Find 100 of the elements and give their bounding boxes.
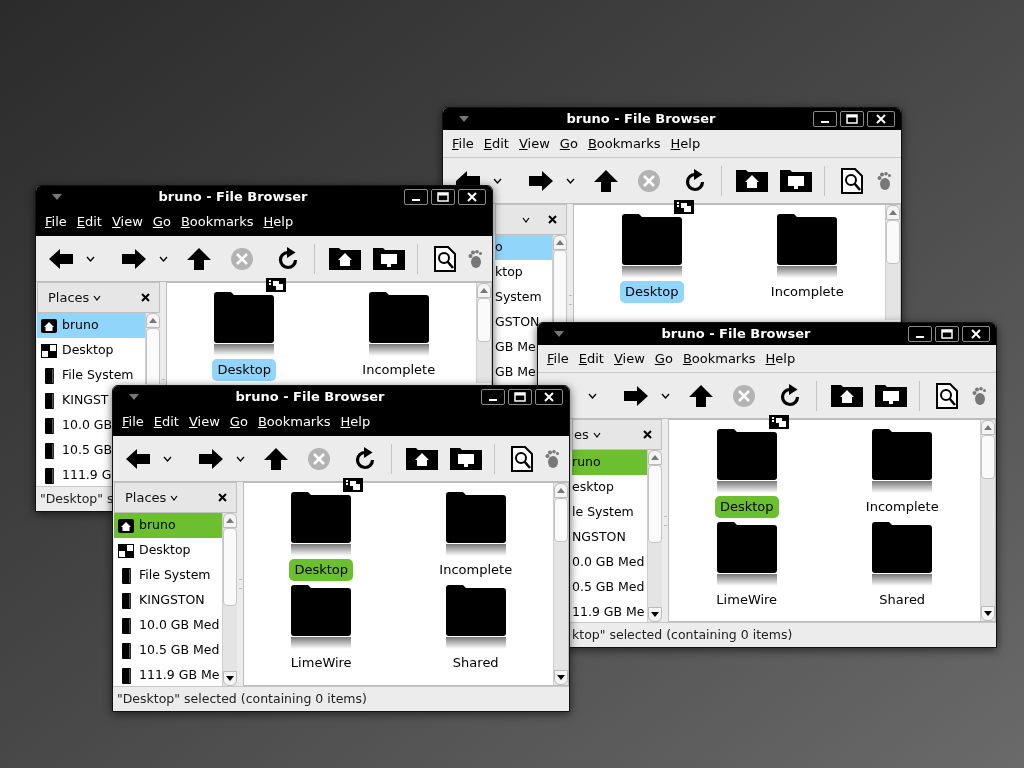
scroll-down-icon[interactable]	[984, 611, 992, 616]
forward-arrow-icon[interactable]	[623, 384, 649, 407]
menu-item[interactable]: Edit	[148, 412, 184, 432]
dropdown-caret-icon[interactable]	[159, 255, 168, 262]
scroll-thumb[interactable]	[981, 435, 995, 479]
menu-item[interactable]: Bookmarks	[175, 212, 259, 232]
reload-icon[interactable]	[353, 446, 377, 471]
dropdown-caret-icon[interactable]	[566, 177, 575, 184]
minimize-button[interactable]	[404, 189, 428, 205]
file-name[interactable]: Incomplete	[860, 496, 944, 518]
scroll-down-button[interactable]	[554, 670, 568, 685]
up-arrow-icon[interactable]	[186, 246, 212, 271]
search-icon[interactable]	[841, 167, 863, 194]
scroll-up-icon[interactable]	[889, 210, 897, 215]
close-icon[interactable]	[643, 430, 652, 439]
sidebar-item[interactable]: le System	[572, 500, 635, 525]
scroll-thumb[interactable]	[553, 250, 567, 325]
chevron-down-icon[interactable]	[592, 431, 601, 438]
menu-item[interactable]: Help	[258, 212, 299, 232]
scroll-up-button[interactable]	[223, 513, 237, 528]
folder-icon[interactable]	[716, 520, 777, 586]
menu-item[interactable]: Edit	[478, 133, 514, 154]
maximize-button[interactable]	[840, 111, 864, 127]
menu-item[interactable]: File	[117, 412, 149, 432]
file-name[interactable]: Desktop	[289, 559, 354, 581]
scroll-up-icon[interactable]	[556, 240, 564, 245]
scrollbar[interactable]	[885, 205, 900, 320]
window-menu-icon[interactable]	[52, 194, 62, 200]
scrollbar[interactable]	[222, 513, 237, 686]
close-button[interactable]	[535, 389, 563, 405]
close-button[interactable]	[962, 326, 990, 342]
chevron-down-icon[interactable]	[522, 216, 530, 223]
scroll-up-icon[interactable]	[557, 488, 565, 493]
forward-arrow-icon[interactable]	[198, 447, 224, 470]
up-arrow-icon[interactable]	[593, 168, 619, 193]
computer-folder-icon[interactable]	[450, 445, 482, 472]
scroll-up-button[interactable]	[146, 313, 160, 328]
folder-icon[interactable]	[445, 490, 506, 556]
file-name[interactable]: Shared	[447, 652, 504, 674]
scrollbar[interactable]	[145, 313, 160, 384]
window-menu-icon[interactable]	[459, 116, 469, 122]
up-arrow-icon[interactable]	[688, 383, 714, 408]
footprint-icon[interactable]	[877, 171, 891, 190]
search-icon[interactable]	[936, 382, 958, 409]
scroll-up-button[interactable]	[553, 235, 567, 250]
footprint-icon[interactable]	[972, 386, 986, 405]
sidebar-item[interactable]: esktop	[572, 475, 615, 500]
computer-folder-icon[interactable]	[780, 167, 812, 194]
sidebar-item[interactable]: ktop	[495, 260, 524, 285]
footprint-icon[interactable]	[545, 449, 559, 468]
sidebar-item[interactable]: KINGST	[37, 388, 111, 413]
dropdown-caret-icon[interactable]	[588, 392, 597, 399]
scrollbar[interactable]	[476, 283, 491, 383]
menu-item[interactable]: Help	[335, 412, 376, 432]
menu-item[interactable]: Go	[649, 348, 678, 369]
up-arrow-icon[interactable]	[263, 446, 289, 471]
menu-item[interactable]: Bookmarks	[677, 348, 761, 369]
scroll-thumb[interactable]	[223, 528, 237, 606]
sidebar-item[interactable]: File System	[37, 363, 136, 388]
scroll-down-button[interactable]	[223, 671, 237, 686]
folder-icon[interactable]	[368, 290, 429, 356]
scroll-up-button[interactable]	[648, 450, 662, 465]
sidebar-item[interactable]: Desktop	[114, 538, 193, 563]
menu-item[interactable]: File	[447, 133, 479, 154]
maximize-button[interactable]	[935, 326, 959, 342]
scroll-up-button[interactable]	[886, 205, 900, 220]
dropdown-caret-icon[interactable]	[86, 255, 95, 262]
window-menu-icon[interactable]	[129, 394, 139, 400]
scrollbar[interactable]	[552, 235, 567, 325]
back-arrow-icon[interactable]	[455, 170, 481, 185]
home-folder-icon[interactable]	[831, 382, 863, 409]
window-menu-icon[interactable]	[554, 331, 564, 337]
sidebar-item[interactable]: o	[495, 235, 552, 260]
close-icon[interactable]	[548, 215, 557, 224]
menu-item[interactable]: View	[183, 412, 225, 432]
folder-icon[interactable]	[872, 427, 933, 493]
sidebar-item[interactable]: KINGSTON	[114, 588, 207, 613]
file-name[interactable]: Incomplete	[434, 559, 518, 581]
menu-item[interactable]: Edit	[71, 212, 107, 232]
sidebar-item[interactable]: System	[495, 285, 543, 310]
scroll-thumb[interactable]	[554, 498, 568, 542]
computer-folder-icon[interactable]	[875, 382, 907, 409]
menu-item[interactable]: Help	[760, 348, 801, 369]
chevron-down-icon[interactable]	[170, 494, 179, 501]
sidebar-item[interactable]: 10.5 GB Med	[114, 638, 222, 663]
menu-item[interactable]: Go	[554, 133, 583, 154]
sidebar-item[interactable]: 0.5 GB Med	[572, 575, 646, 600]
sidebar-item[interactable]: Desktop	[37, 338, 116, 363]
folder-icon[interactable]	[214, 290, 275, 356]
menu-item[interactable]: File	[40, 212, 72, 232]
scroll-up-icon[interactable]	[226, 518, 234, 523]
scroll-down-icon[interactable]	[557, 675, 565, 680]
home-folder-icon[interactable]	[329, 245, 361, 272]
search-icon[interactable]	[434, 245, 456, 272]
file-name[interactable]: LimeWire	[285, 652, 357, 674]
menu-item[interactable]: File	[542, 348, 574, 369]
scroll-thumb[interactable]	[886, 220, 900, 264]
close-icon[interactable]	[218, 493, 227, 502]
home-folder-icon[interactable]	[736, 167, 768, 194]
scroll-up-icon[interactable]	[480, 288, 488, 293]
